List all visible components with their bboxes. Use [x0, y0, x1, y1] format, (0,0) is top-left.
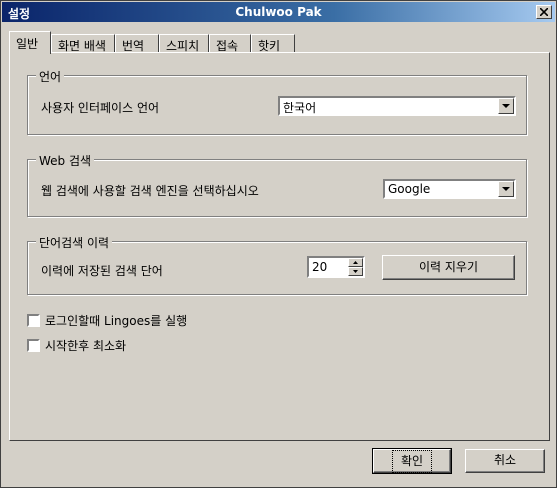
cancel-button[interactable]: 취소 [465, 449, 545, 473]
web-search-group: Web 검색 웹 검색에 사용할 검색 엔진을 선택하십시오 Google [27, 152, 527, 217]
search-history-group-legend: 단어검색 이력 [36, 234, 113, 251]
search-engine-value: Google [388, 182, 431, 196]
tab-general[interactable]: 일반 [9, 31, 51, 54]
ok-button[interactable]: 확인 [372, 448, 452, 474]
cancel-button-label: 취소 [493, 453, 517, 467]
chevron-down-icon [353, 270, 358, 273]
title-bar[interactable]: 설정 Chulwoo Pak [2, 2, 555, 22]
search-engine-label: 웹 검색에 사용할 검색 엔진을 선택하십시오 [41, 184, 259, 198]
search-engine-select[interactable]: Google [383, 179, 516, 199]
history-count-value: 20 [312, 260, 328, 274]
chevron-down-icon [502, 104, 510, 108]
minimize-on-start-label[interactable]: 시작한후 최소화 [45, 337, 126, 354]
language-group: 언어 사용자 인터페이스 언어 한국어 [27, 68, 527, 135]
tab-label: 스피치 [166, 39, 200, 53]
chevron-up-icon [353, 261, 358, 264]
clear-history-button-label: 이력 지우기 [418, 260, 478, 274]
search-engine-dropdown-button[interactable] [498, 181, 514, 197]
tab-label: 접속 [216, 39, 239, 53]
ui-language-value: 한국어 [283, 101, 317, 115]
tab-label: 핫키 [258, 39, 281, 53]
close-button[interactable] [536, 5, 552, 19]
chevron-down-icon [502, 187, 510, 191]
tab-label: 일반 [16, 37, 39, 51]
web-search-group-legend: Web 검색 [36, 152, 95, 169]
window-user-title: Chulwoo Pak [235, 5, 322, 19]
tab-label: 번역 [122, 39, 145, 53]
language-group-legend: 언어 [36, 68, 65, 85]
tab-hotkey[interactable]: 핫키 [251, 34, 295, 53]
history-count-stepper[interactable]: 20 [307, 256, 365, 278]
tab-label: 화면 배색 [58, 39, 106, 53]
history-count-label: 이력에 저장된 검색 단어 [41, 264, 163, 278]
close-icon [540, 8, 548, 16]
ui-language-dropdown-button[interactable] [498, 98, 514, 114]
settings-window: 설정 Chulwoo Pak 일반 화면 배색 번역 스피치 접속 핫키 언어 [0, 0, 557, 488]
ui-language-label: 사용자 인터페이스 언어 [41, 101, 160, 115]
tab-translation[interactable]: 번역 [115, 34, 159, 53]
stepper-up-button[interactable] [348, 258, 363, 267]
general-tab-panel: 언어 사용자 인터페이스 언어 한국어 Web 검색 웹 검색에 사용할 검색 … [9, 52, 550, 441]
stepper-down-button[interactable] [348, 267, 363, 276]
search-history-group: 단어검색 이력 이력에 저장된 검색 단어 20 이력 지우기 [27, 234, 527, 295]
ok-button-label: 확인 [391, 450, 433, 473]
run-on-login-label[interactable]: 로그인할때 Lingoes를 실행 [45, 312, 187, 329]
ui-language-select[interactable]: 한국어 [278, 96, 516, 116]
minimize-on-start-checkbox[interactable] [27, 339, 40, 352]
clear-history-button[interactable]: 이력 지우기 [382, 255, 515, 280]
run-on-login-checkbox[interactable] [27, 314, 40, 327]
tab-color-scheme[interactable]: 화면 배색 [51, 34, 115, 53]
tab-speech[interactable]: 스피치 [159, 34, 209, 53]
tab-connection[interactable]: 접속 [209, 34, 251, 53]
